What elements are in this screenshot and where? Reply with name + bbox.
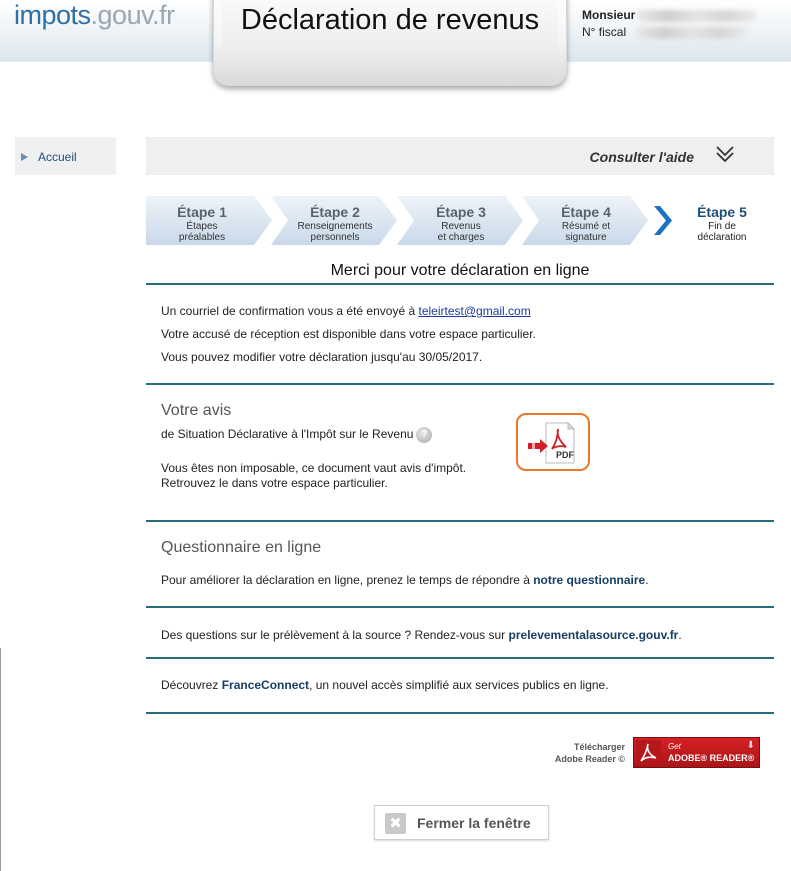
email-confirmation-text: Un courriel de confirmation vous a été e… [161,304,531,318]
redacted-fiscal-number [636,26,749,39]
modify-deadline-text: Vous pouvez modifier votre déclaration j… [161,350,483,364]
avis-subtitle: de Situation Déclarative à l'Impôt sur l… [161,427,433,443]
user-name-label: Monsieur [582,8,636,22]
step-label: Fin de déclaration [697,221,747,243]
email-link[interactable]: teleirtest@gmail.com [418,304,530,318]
pdf-download-button[interactable]: PDF [516,413,590,471]
sidebar-item-accueil[interactable]: Accueil [21,150,77,164]
divider [146,283,774,285]
confirmation-title: Merci pour votre déclaration en ligne [330,262,590,279]
avis-title: Votre avis [161,402,232,419]
site-logo[interactable]: impots.gouv.fr [14,0,175,31]
step-label: Renseignements personnels [297,221,373,243]
divider [146,657,774,659]
triangle-right-icon [21,153,28,161]
page-title-box: Déclaration de revenus [213,0,567,86]
divider [146,383,774,385]
step-number: Étape 2 [310,204,360,220]
prelevement-text: Des questions sur le prélèvement à la so… [161,628,682,642]
pdf-icon [528,421,576,464]
step-5-current: Étape 5 Fin de déclaration [648,196,774,245]
divider [146,712,774,714]
step-label: Étapes préalables [178,221,226,243]
franceconnect-link[interactable]: FranceConnect [222,678,309,692]
adobe-reader-label: ADOBE® READER® [668,753,755,763]
receipt-text: Votre accusé de réception est disponible… [161,327,536,341]
divider [146,520,774,522]
step-2: Étape 2 Renseignements personnels [271,196,397,245]
questionnaire-title: Questionnaire en ligne [161,539,322,556]
download-arrow-icon: ⬇ [746,740,755,751]
avis-retrouvez-text: Retrouvez le dans votre espace particuli… [161,476,388,490]
step-3: Étape 3 Revenus et charges [397,196,523,245]
step-label: Revenus et charges [437,221,485,243]
step-1: Étape 1 Étapes préalables [146,196,272,245]
help-bar: Consulter l'aide [146,137,774,175]
sidebar-item-label: Accueil [38,150,77,164]
fiscal-number-label: N° fiscal [582,25,627,39]
page-title: Déclaration de revenus [240,4,540,36]
divider [146,606,774,608]
sidebar: Accueil [15,137,116,175]
franceconnect-text: Découvrez FranceConnect, un nouvel accès… [161,678,609,692]
help-icon[interactable]: ? [416,427,433,443]
window-edge [0,648,1,871]
questionnaire-link[interactable]: notre questionnaire [533,573,645,587]
adobe-reader-badge[interactable]: Get ADOBE® READER® ⬇ [633,737,760,768]
close-icon: ✖ [385,813,406,834]
progress-steps: Étape 1 Étapes préalables Étape 2 Renseig… [146,196,774,245]
double-chevron-down-icon[interactable] [714,143,736,165]
step-number: Étape 4 [561,204,611,220]
pdf-label: PDF [556,450,574,460]
adobe-get-label: Get [668,742,681,751]
step-number: Étape 5 [697,204,747,220]
step-4: Étape 4 Résumé et signature [522,196,648,245]
avis-non-imposable-text: Vous êtes non imposable, ce document vau… [161,461,467,475]
adobe-logo-icon [636,740,661,765]
step-number: Étape 3 [436,204,486,220]
close-window-label: Fermer la fenêtre [417,815,531,831]
adobe-download-text: Télécharger Adobe Reader © [554,742,625,764]
step-label: Résumé et signature [561,221,611,243]
user-info: Monsieur N° fiscal [582,7,758,41]
help-link[interactable]: Consulter l'aide [590,149,694,165]
step-number: Étape 1 [177,204,227,220]
close-window-button[interactable]: ✖ Fermer la fenêtre [374,805,549,840]
chevron-right-icon [654,206,672,235]
questionnaire-text: Pour améliorer la déclaration en ligne, … [161,573,649,587]
prelevement-link[interactable]: prelevementalasource.gouv.fr [509,628,679,642]
redacted-name [637,9,758,22]
